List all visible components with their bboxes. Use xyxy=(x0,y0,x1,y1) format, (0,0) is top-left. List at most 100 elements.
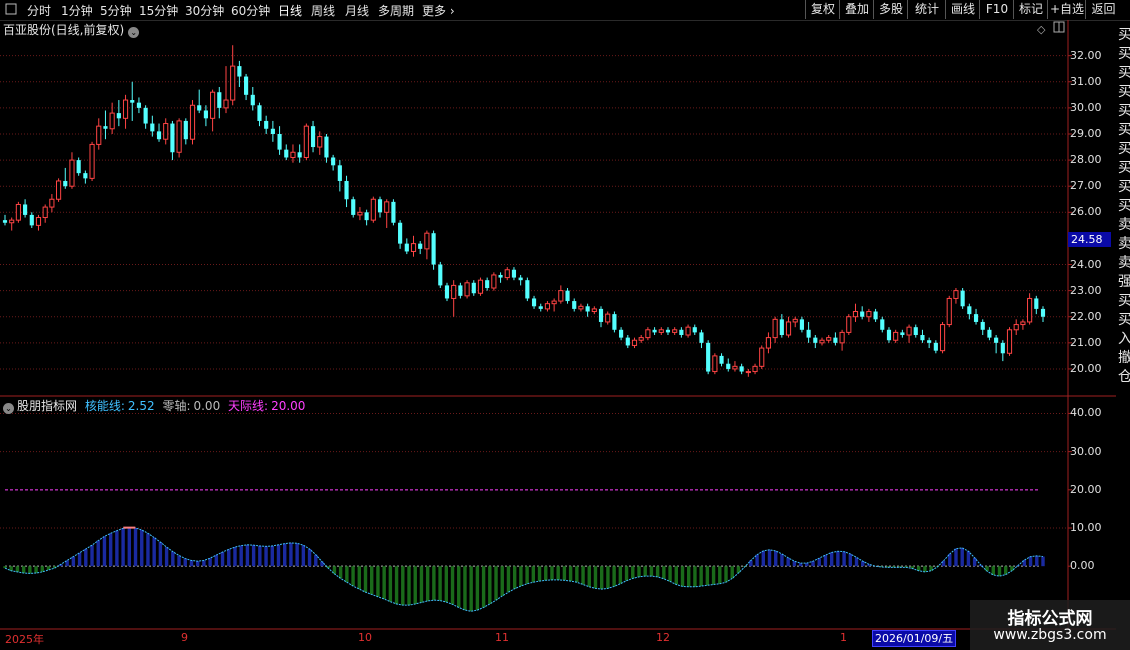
tab-15min[interactable]: 15分钟 xyxy=(139,2,178,19)
candle-body xyxy=(438,264,443,286)
candle-body xyxy=(866,311,872,318)
candle-body xyxy=(852,311,859,318)
candle-body xyxy=(619,329,624,338)
draw-button[interactable]: 画线 xyxy=(945,0,980,19)
price-axis-label: 30.00 xyxy=(1070,100,1102,114)
line1-value: 2.52 xyxy=(127,399,155,413)
candle-body xyxy=(9,219,15,224)
tab-monthly[interactable]: 月线 xyxy=(345,2,369,19)
candle-body xyxy=(176,120,182,153)
chevron-down-icon[interactable]: ⌄ xyxy=(3,403,14,414)
stats-button[interactable]: 统计 xyxy=(907,0,946,19)
tab-daily[interactable]: 日线 xyxy=(278,2,302,19)
candle-body xyxy=(89,143,95,179)
candle-body xyxy=(29,214,34,226)
signal-char: 买 xyxy=(1118,46,1130,62)
candle-body xyxy=(424,232,430,250)
candle-body xyxy=(197,105,202,111)
candle-body xyxy=(458,285,463,296)
date-label-oct: 10 xyxy=(358,631,372,644)
candle-body xyxy=(464,282,470,297)
candle-body xyxy=(612,314,617,330)
multi-stock-button[interactable]: 多股 xyxy=(873,0,908,19)
candle-body xyxy=(377,199,383,213)
candle-body xyxy=(237,66,242,77)
candle-body xyxy=(504,269,510,279)
candle-body xyxy=(130,100,135,103)
tab-multi-period[interactable]: 多周期 xyxy=(378,2,414,19)
candle-body xyxy=(357,211,363,216)
candle-body xyxy=(759,347,765,367)
candle-body xyxy=(491,274,497,289)
price-axis-label: 26.00 xyxy=(1070,205,1102,219)
candle-body xyxy=(418,243,423,249)
signal-char: 买 xyxy=(1118,160,1130,176)
panel-icon[interactable] xyxy=(1053,21,1065,36)
candle-body xyxy=(15,203,21,221)
candle-body xyxy=(290,151,296,158)
back-button[interactable]: 返回 xyxy=(1085,0,1121,19)
tab-1min[interactable]: 1分钟 xyxy=(61,2,93,19)
candle-body xyxy=(485,280,490,289)
candle-body xyxy=(946,297,952,326)
candle-body xyxy=(813,337,818,343)
candle-body xyxy=(1027,297,1033,323)
candle-body xyxy=(410,243,417,252)
candle-body xyxy=(920,335,925,341)
mark-button[interactable]: 标记 xyxy=(1013,0,1048,19)
tab-fenshi[interactable]: 分时 xyxy=(27,2,51,19)
candle-body xyxy=(257,105,262,121)
fuquan-button[interactable]: 复权 xyxy=(805,0,840,19)
candle-body xyxy=(156,131,162,140)
candlestick-series xyxy=(2,45,1046,377)
candle-body xyxy=(203,110,208,119)
watermark-url: www.zbgs3.com xyxy=(993,627,1107,643)
candle-body xyxy=(605,313,611,323)
tab-weekly[interactable]: 周线 xyxy=(311,2,335,19)
indicator-axis-label: 0.00 xyxy=(1070,559,1095,573)
signal-char: 买 xyxy=(1118,27,1130,43)
date-label-nov: 11 xyxy=(495,631,509,644)
price-axis-label: 22.00 xyxy=(1070,309,1102,323)
line1-label: 核能线: xyxy=(84,399,125,413)
kline-chart[interactable] xyxy=(0,20,1130,630)
date-label-sep: 9 xyxy=(181,631,188,644)
candle-body xyxy=(846,316,852,333)
candle-body xyxy=(598,308,604,322)
candle-body xyxy=(785,321,792,336)
candle-body xyxy=(317,136,323,148)
add-watchlist-button[interactable]: +自选 xyxy=(1047,0,1086,19)
signal-char: 卖 xyxy=(1118,217,1130,233)
candle-body xyxy=(109,112,115,130)
price-axis-label: 28.00 xyxy=(1070,153,1102,167)
candle-body xyxy=(2,220,8,223)
line2-label: 零轴: xyxy=(162,399,191,413)
chevron-down-icon[interactable]: ⌄ xyxy=(128,27,140,38)
signal-char: 买 xyxy=(1118,293,1130,309)
diamond-icon[interactable]: ◇ xyxy=(1037,23,1045,36)
candle-body xyxy=(806,329,811,338)
candle-body xyxy=(893,331,899,341)
price-axis-label: 27.00 xyxy=(1070,179,1102,193)
candle-body xyxy=(591,308,597,313)
candle-body xyxy=(83,173,88,179)
candle-body xyxy=(337,165,342,181)
tab-30min[interactable]: 30分钟 xyxy=(185,2,224,19)
candle-body xyxy=(779,319,784,336)
candle-body xyxy=(792,318,798,323)
indicator-axis-label: 40.00 xyxy=(1070,406,1102,420)
candle-body xyxy=(370,198,376,221)
candle-body xyxy=(826,337,832,341)
candle-body xyxy=(303,125,309,158)
overlay-button[interactable]: 叠加 xyxy=(839,0,874,19)
tab-5min[interactable]: 5分钟 xyxy=(100,2,132,19)
f10-button[interactable]: F10 xyxy=(979,0,1014,19)
tab-more[interactable]: 更多 › xyxy=(422,2,455,19)
candle-body xyxy=(706,342,711,372)
candle-body xyxy=(960,290,965,307)
period-square-icon[interactable] xyxy=(5,2,17,16)
candle-body xyxy=(1040,308,1046,317)
candle-body xyxy=(310,126,316,148)
tab-60min[interactable]: 60分钟 xyxy=(231,2,270,19)
indicator-title: ⌄ 股朋指标网 核能线: 2.52 零轴: 0.00 天际线: 20.00 xyxy=(3,397,305,414)
